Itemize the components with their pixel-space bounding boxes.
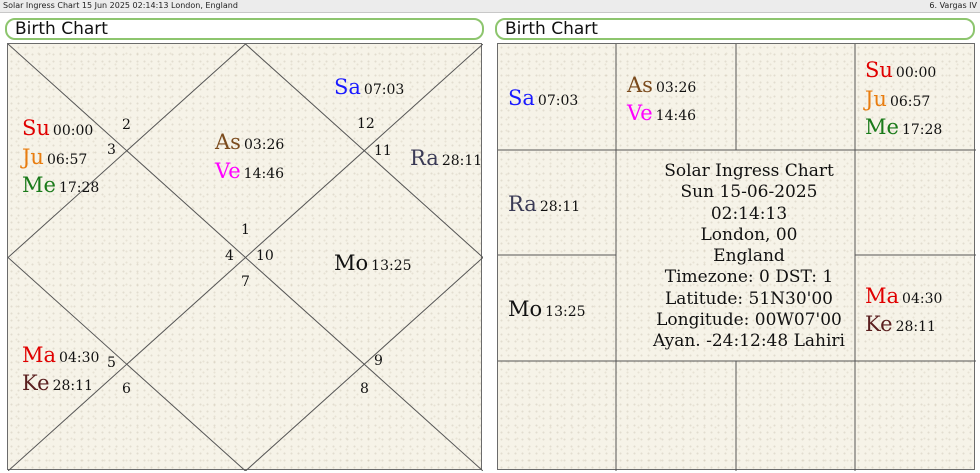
planet-rahu: Ra28:11 <box>410 146 482 173</box>
planet-mercury: Me17:28 <box>22 173 99 200</box>
planet-degree: 28:11 <box>540 199 580 215</box>
planet-abbr: Mo <box>334 251 368 275</box>
planet-abbr: Ve <box>215 159 241 183</box>
planet-abbr: As <box>215 130 241 154</box>
planet-mars: Ma04:30 <box>22 343 99 370</box>
planet-ascendant: As03:26 <box>215 130 284 157</box>
house-number-8: 8 <box>360 382 369 396</box>
house-number-1: 1 <box>241 223 250 237</box>
window-right-label: 6. Vargas IV <box>929 0 977 12</box>
planet-degree: 28:11 <box>53 378 93 394</box>
info-country: England <box>643 246 855 267</box>
window-titlebar: Solar Ingress Chart 15 Jun 2025 02:14:13… <box>0 0 980 13</box>
planet-degree: 14:46 <box>244 166 284 182</box>
planet-abbr: Ma <box>865 284 899 308</box>
north-indian-chart: 1 2 3 4 5 6 7 8 9 10 11 12 Sa07:03 Su00:… <box>7 43 482 470</box>
house-number-5: 5 <box>107 356 116 370</box>
planet-venus: Ve14:46 <box>627 101 696 128</box>
info-chart-name: Solar Ingress Chart <box>643 161 855 182</box>
planet-moon: Mo13:25 <box>334 251 412 278</box>
house-number-12: 12 <box>357 117 375 131</box>
house-number-4: 4 <box>225 249 234 263</box>
planet-abbr: Ra <box>410 146 439 170</box>
info-ayanamsa: Ayan. -24:12:48 Lahiri <box>643 331 855 352</box>
planet-abbr: Sa <box>334 75 361 99</box>
planet-rahu: Ra28:11 <box>508 192 580 219</box>
info-latitude: Latitude: 51N30'00 <box>643 289 855 310</box>
planet-jupiter: Ju06:57 <box>865 87 930 114</box>
planet-moon: Mo13:25 <box>508 297 586 324</box>
info-time: 02:14:13 <box>643 204 855 225</box>
planet-degree: 17:28 <box>902 122 942 138</box>
planet-abbr: Sa <box>508 86 535 110</box>
info-date: Sun 15-06-2025 <box>643 182 855 203</box>
planet-abbr: Ke <box>865 312 893 336</box>
planet-abbr: Ve <box>627 101 653 125</box>
planet-degree: 07:03 <box>538 93 578 109</box>
right-chart-header: Birth Chart <box>495 18 975 40</box>
planet-degree: 04:30 <box>59 350 99 366</box>
info-timezone: Timezone: 0 DST: 1 <box>643 267 855 288</box>
planet-degree: 17:28 <box>59 180 99 196</box>
planet-degree: 07:03 <box>364 82 404 98</box>
planet-mercury: Me17:28 <box>865 115 942 142</box>
planet-sun: Su00:00 <box>865 58 936 85</box>
planet-degree: 00:00 <box>896 65 936 81</box>
planet-abbr: Su <box>865 58 893 82</box>
planet-degree: 00:00 <box>53 123 93 139</box>
planet-abbr: Ra <box>508 192 537 216</box>
planet-sun: Su00:00 <box>22 116 93 143</box>
planet-mars: Ma04:30 <box>865 284 942 311</box>
planet-abbr: Ke <box>22 371 50 395</box>
house-number-3: 3 <box>107 143 116 157</box>
house-number-10: 10 <box>256 249 274 263</box>
planet-abbr: Ju <box>22 145 44 169</box>
planet-ascendant: As03:26 <box>627 73 696 100</box>
house-number-9: 9 <box>374 354 383 368</box>
planet-degree: 14:46 <box>656 108 696 124</box>
left-chart-header: Birth Chart <box>5 18 484 40</box>
planet-degree: 06:57 <box>47 152 87 168</box>
planet-degree: 06:57 <box>890 94 930 110</box>
planet-degree: 04:30 <box>902 291 942 307</box>
house-number-6: 6 <box>122 382 131 396</box>
planet-jupiter: Ju06:57 <box>22 145 87 172</box>
house-number-7: 7 <box>241 275 250 289</box>
planet-saturn: Sa07:03 <box>508 86 578 113</box>
info-longitude: Longitude: 00W07'00 <box>643 310 855 331</box>
planet-degree: 28:11 <box>442 153 482 169</box>
house-number-2: 2 <box>122 118 131 132</box>
south-indian-chart: Sa07:03 As03:26 Ve14:46 Su00:00 Ju06:57 … <box>497 43 975 470</box>
planet-degree: 03:26 <box>244 137 284 153</box>
planet-degree: 28:11 <box>896 319 936 335</box>
planet-degree: 13:25 <box>371 258 411 274</box>
info-city: London, 00 <box>643 225 855 246</box>
house-number-11: 11 <box>374 144 392 158</box>
planet-ketu: Ke28:11 <box>865 312 936 339</box>
planet-abbr: Me <box>865 115 899 139</box>
planet-abbr: As <box>627 73 653 97</box>
planet-ketu: Ke28:11 <box>22 371 93 398</box>
planet-abbr: Ju <box>865 87 887 111</box>
planet-abbr: Mo <box>508 297 542 321</box>
chart-lines <box>8 44 483 471</box>
planet-abbr: Su <box>22 116 50 140</box>
planet-degree: 03:26 <box>656 80 696 96</box>
planet-abbr: Ma <box>22 343 56 367</box>
planet-venus: Ve14:46 <box>215 159 284 186</box>
chart-info-panel: Solar Ingress Chart Sun 15-06-2025 02:14… <box>643 161 855 353</box>
planet-saturn: Sa07:03 <box>334 75 404 102</box>
planet-abbr: Me <box>22 173 56 197</box>
planet-degree: 13:25 <box>545 304 585 320</box>
window-title: Solar Ingress Chart 15 Jun 2025 02:14:13… <box>3 0 238 12</box>
